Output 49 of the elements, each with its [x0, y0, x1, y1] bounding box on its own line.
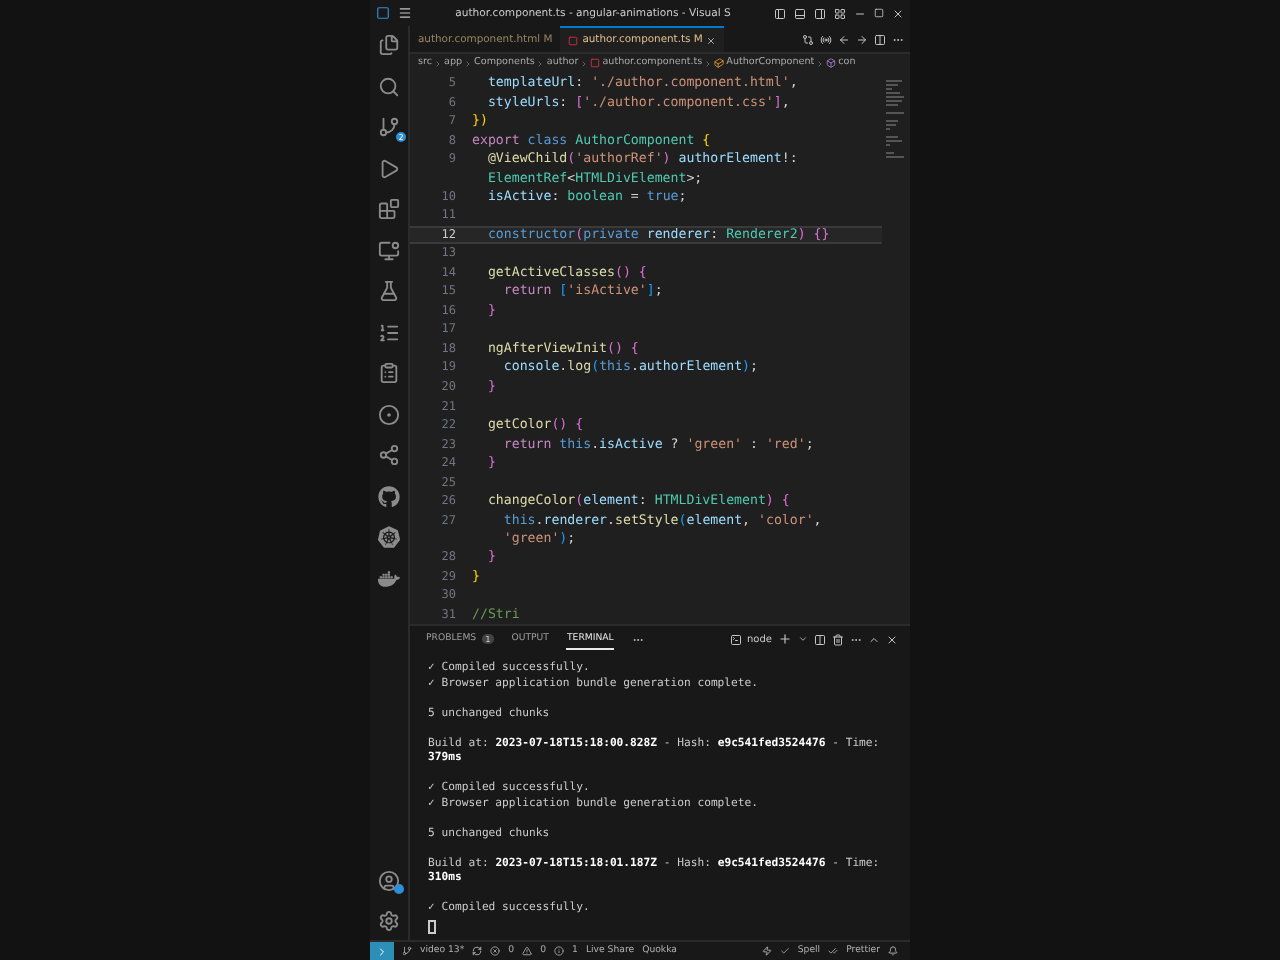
- panel-right-icon[interactable]: [814, 7, 826, 19]
- compare-icon[interactable]: [802, 33, 814, 45]
- circle-dot-icon[interactable]: [378, 403, 400, 425]
- remote-explorer-icon[interactable]: [378, 239, 400, 261]
- search-icon[interactable]: [378, 75, 400, 97]
- menu-icon[interactable]: [398, 6, 412, 20]
- bell-icon[interactable]: [888, 946, 898, 956]
- broadcast-icon[interactable]: [820, 33, 832, 45]
- terminal-cursor: [428, 920, 435, 934]
- github-icon[interactable]: [378, 485, 400, 507]
- zap-icon[interactable]: [761, 946, 772, 956]
- class-icon: [714, 58, 725, 68]
- account-icon[interactable]: [378, 869, 400, 891]
- flask-icon[interactable]: [378, 280, 400, 302]
- method-icon: [826, 58, 837, 68]
- run-debug-icon[interactable]: [378, 157, 400, 179]
- kubernetes-icon[interactable]: [378, 526, 400, 548]
- error-icon: [490, 946, 501, 956]
- back-icon[interactable]: [838, 33, 850, 45]
- info-icon: [554, 946, 565, 956]
- layout-icon[interactable]: [834, 7, 846, 19]
- clipboard-icon[interactable]: [378, 362, 400, 384]
- docker-icon[interactable]: [378, 567, 400, 589]
- panel-bottom-icon[interactable]: [794, 7, 806, 19]
- double-check-icon: [828, 946, 839, 956]
- maximize-icon[interactable]: [874, 8, 884, 18]
- panel-left-icon[interactable]: [774, 7, 786, 19]
- remote-button[interactable]: [370, 941, 394, 960]
- chevron-down-icon[interactable]: [798, 634, 808, 644]
- branch-icon: [402, 946, 412, 956]
- trash-icon[interactable]: [832, 633, 844, 645]
- minimize-icon[interactable]: [854, 7, 866, 19]
- plus-icon[interactable]: [778, 632, 792, 646]
- extensions-icon[interactable]: [378, 198, 400, 220]
- numbered-list-icon[interactable]: [378, 321, 400, 343]
- files-icon[interactable]: [378, 34, 400, 56]
- forward-icon[interactable]: [856, 33, 868, 45]
- split-icon[interactable]: [814, 633, 826, 645]
- close-icon[interactable]: [892, 7, 904, 19]
- chevron-up-icon[interactable]: [868, 633, 880, 645]
- check-icon: [779, 946, 790, 956]
- sync-icon[interactable]: [472, 946, 483, 956]
- terminal-icon[interactable]: [729, 633, 742, 645]
- share-icon[interactable]: [378, 444, 400, 466]
- split-editor-icon[interactable]: [874, 33, 886, 45]
- warning-icon: [522, 946, 533, 956]
- close-icon[interactable]: [886, 633, 898, 645]
- chevron-right-icon: [376, 945, 388, 957]
- settings-icon[interactable]: [378, 910, 400, 932]
